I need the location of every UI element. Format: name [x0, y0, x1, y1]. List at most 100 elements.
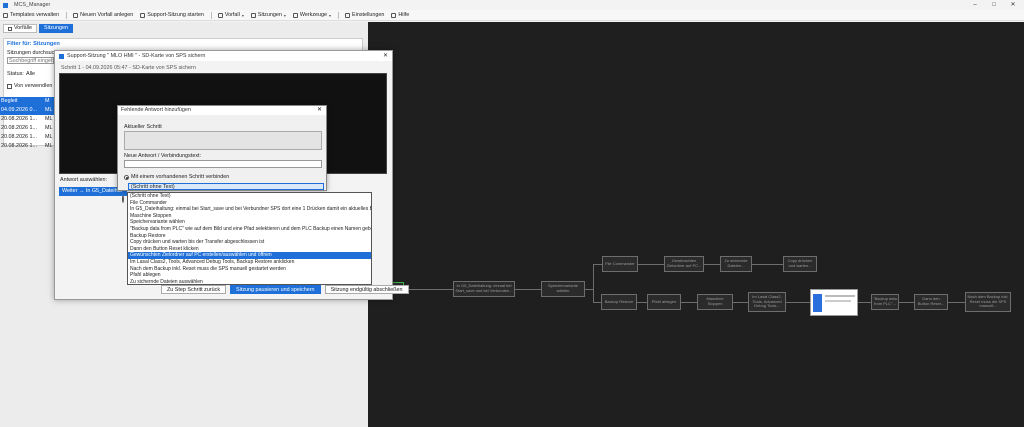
flow-edge [515, 289, 541, 290]
table-row[interactable]: 20.08.2026 1... ML [0, 115, 56, 124]
step-title: Schritt 1 - 04.09.2026 05:47 - SD-Karte … [61, 65, 196, 71]
dropdown-option[interactable]: "Backup data from PLC" wie auf dem Bild … [128, 226, 371, 233]
pause-save-button[interactable]: Sitzung pausieren und speichern [230, 284, 321, 294]
settings-button[interactable]: Einstellungen [345, 12, 384, 18]
flow-edge [593, 264, 594, 302]
toolbar-divider [338, 11, 340, 19]
flow-node[interactable]: Zu sichernde Dateien... [720, 256, 752, 272]
chevron-down-icon: ▾ [283, 12, 286, 18]
status-select[interactable]: Alle [26, 71, 35, 77]
new-incident-button[interactable]: Neuen Vorfall anlegen [73, 12, 133, 18]
table-row[interactable]: 20.08.2026 1... ML [0, 142, 56, 151]
filter-subtitle: Sitzungen durchsuche [7, 50, 61, 56]
table-row[interactable]: 04.09.2026 0... ML [0, 106, 56, 115]
help-button[interactable]: Hilfe [391, 12, 409, 18]
dropdown-option[interactable]: Backup Restore [128, 233, 371, 240]
chevron-down-icon: ▾ [329, 12, 332, 18]
filter-checkbox[interactable]: Von verwendlen [7, 83, 52, 89]
start-session-button[interactable]: Support-Sitzung starten [140, 12, 204, 18]
chevron-down-icon: ▾ [241, 12, 244, 18]
flow-node[interactable]: Nach dem Backup inkl. Reset muss die SPS… [965, 292, 1011, 312]
flow-node[interactable]: Speichervariante wählen [541, 281, 585, 297]
flow-node[interactable]: Pfahl ablegen [647, 294, 681, 310]
checkbox[interactable] [7, 83, 12, 89]
dropdown-option[interactable]: In G5_Dateihaltung: einmal bei Start_sav… [128, 206, 371, 213]
flow-edge [899, 302, 914, 303]
incident-menu[interactable]: Vorfall ▾ [217, 12, 244, 18]
flow-canvas[interactable] [368, 22, 1024, 427]
answer-label: Antwort auswählen: [60, 177, 108, 183]
dropdown-option[interactable]: Copy drücken und warten bis der Transfer… [128, 239, 371, 246]
step-select[interactable]: (Schritt ohne Text) [128, 183, 324, 190]
add-answer-title: Fehlende Antwort hinzufügen [118, 106, 326, 115]
tab-incidents[interactable]: Vorfälle [3, 24, 37, 33]
new-answer-input[interactable] [124, 160, 322, 168]
step-dropdown-list[interactable]: (Schritt ohne Text) File Commander In G5_D… [127, 192, 372, 285]
app-title: MCS_Manager [14, 2, 51, 8]
app-icon [3, 2, 8, 8]
row-code: ML [45, 143, 53, 149]
flow-edge [704, 264, 720, 265]
dropdown-option[interactable]: File Commander [128, 200, 371, 207]
flow-node[interactable]: Maschine Stoppen [697, 294, 733, 310]
minimize-button[interactable]: – [966, 0, 984, 10]
search-input[interactable]: Suchbegriff eingeben [7, 57, 54, 64]
flow-node[interactable]: In G5_Dateihaltung: einmal bei Start_sav… [453, 281, 515, 297]
dropdown-option[interactable]: Dann den Button Reset klicken [128, 246, 371, 253]
flow-edge [681, 302, 697, 303]
sessions-icon [250, 12, 256, 18]
radio-button[interactable] [124, 174, 129, 180]
back-button[interactable]: Zu Step Schritt zurück [161, 284, 227, 294]
dropdown-option[interactable]: Im Lasal Class2, Tools, Advanced Debug T… [128, 259, 371, 266]
title-bar: MCS_Manager – □ ✕ [0, 0, 1024, 10]
dropdown-option[interactable]: Gewünschten Zielordner auf PC erstellen/… [128, 252, 371, 259]
row-date: 20.08.2026 1... [1, 134, 37, 140]
connect-existing-radio[interactable]: Mit einem vorhandenen Schritt verbinden [124, 174, 229, 180]
main-toolbar: Templates verwalten Neuen Vorfall anlege… [0, 10, 1024, 21]
dropdown-option[interactable]: Speichervariante wählen [128, 219, 371, 226]
flow-node[interactable]: File Commander [602, 256, 638, 272]
flow-node[interactable]: Im Lasal Class2, Tools, Advanced Debug T… [748, 292, 786, 312]
add-answer-dialog: Fehlende Antwort hinzufügen ✕ Aktueller … [117, 105, 327, 191]
flow-edge [638, 264, 664, 265]
flow-edge [858, 302, 871, 303]
row-date: 20.08.2026 1... [1, 143, 37, 149]
dropdown-option[interactable]: Nach dem Backup inkl. Reset muss die SPS… [128, 266, 371, 273]
flow-edge [593, 264, 602, 265]
flow-node[interactable]: Dann den Button Reset... [914, 294, 948, 310]
flow-node-image[interactable] [810, 289, 858, 316]
flow-node[interactable]: Gewünschten Zielordner auf PC... [664, 256, 704, 272]
dropdown-option[interactable]: Zu sichernde Dateien auswählen [128, 279, 371, 286]
row-code: ML [45, 116, 53, 122]
dropdown-option[interactable]: Pfahl ablegen [128, 272, 371, 279]
tools-menu[interactable]: Werkzeuge ▾ [292, 12, 332, 18]
close-icon[interactable]: ✕ [383, 51, 388, 61]
current-step-label: Aktueller Schritt [124, 124, 162, 130]
new-answer-label: Neue Antwort / Verbindungstext: [124, 153, 202, 159]
sessions-menu[interactable]: Sitzungen ▾ [250, 12, 286, 18]
close-icon[interactable]: ✕ [317, 106, 322, 115]
templates-button[interactable]: Templates verwalten [3, 12, 59, 18]
close-window-button[interactable]: ✕ [1004, 0, 1022, 10]
flow-edge [733, 302, 748, 303]
flow-node[interactable]: Backup Restore [601, 294, 637, 310]
flow-edge [752, 264, 783, 265]
row-code: ML [45, 125, 53, 131]
tab-sessions[interactable]: Sitzungen [38, 24, 73, 33]
toolbar-divider [66, 11, 68, 19]
dropdown-option[interactable]: (Schritt ohne Text) [128, 193, 371, 200]
session-dialog-title: Support-Sitzung " MLO HMI " - SD-Karte v… [67, 53, 206, 59]
table-row[interactable]: 20.08.2026 1... ML [0, 124, 56, 133]
image-block [813, 294, 822, 312]
flow-node[interactable]: Copy drücken und warten... [783, 256, 817, 272]
table-row[interactable]: 20.08.2026 1... ML [0, 133, 56, 142]
finish-session-button[interactable]: Sitzung endgültig abschließen [324, 284, 409, 294]
radio-button[interactable] [122, 195, 124, 203]
image-line [825, 295, 855, 297]
row-date: 20.08.2026 1... [1, 125, 37, 131]
maximize-button[interactable]: □ [985, 0, 1003, 10]
help-icon [391, 12, 397, 18]
app-icon [59, 53, 64, 59]
dropdown-option[interactable]: Maschine Stoppen [128, 213, 371, 220]
flow-node[interactable]: "Backup data from PLC"... [871, 294, 899, 310]
